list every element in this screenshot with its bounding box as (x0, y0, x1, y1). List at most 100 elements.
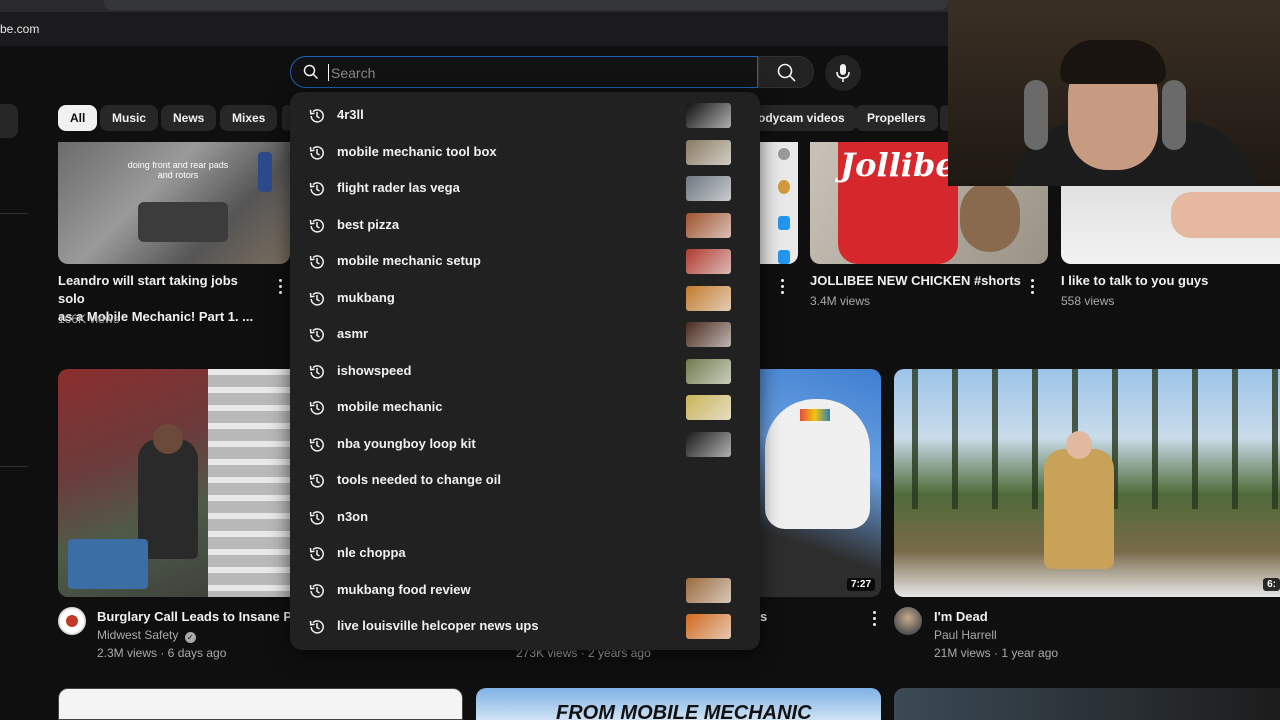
suggestion-text: live louisville helcoper news ups (337, 618, 539, 633)
thumbnail-person-head (1066, 431, 1092, 459)
suggestion-thumbnail (686, 176, 731, 201)
video-title[interactable]: I like to talk to you guys (1061, 272, 1208, 290)
suggestion-thumbnail (686, 285, 731, 311)
search-suggestion-item[interactable]: flight rader las vega (290, 171, 760, 207)
video-thumbnail[interactable] (58, 369, 290, 597)
video-duration: 7:27 (846, 578, 875, 591)
history-icon (309, 109, 324, 123)
suggestion-text: nle choppa (337, 545, 406, 560)
search-suggestion-item[interactable]: ishowspeed (290, 354, 760, 390)
history-icon (309, 474, 324, 488)
more-actions-icon[interactable] (781, 279, 785, 295)
video-thumbnail[interactable] (894, 688, 1280, 720)
suggestion-thumbnail (686, 103, 731, 128)
channel-avatar[interactable] (894, 607, 922, 635)
search-suggestion-item[interactable]: nle choppa (290, 536, 760, 572)
thumbnail-logo: Jollibe (840, 146, 956, 184)
search-icon (303, 64, 319, 80)
channel-avatar[interactable] (58, 607, 86, 635)
search-suggestion-item[interactable]: best pizza (290, 208, 760, 244)
thumbnail-object (778, 148, 790, 160)
history-icon (309, 218, 324, 233)
video-title[interactable]: s (760, 608, 767, 626)
history-icon (309, 547, 324, 561)
suggestion-text: 4r3ll (337, 107, 364, 122)
search-input[interactable] (329, 62, 733, 84)
search-suggestion-item[interactable]: mobile mechanic setup (290, 244, 760, 280)
sidebar-item[interactable] (0, 104, 18, 138)
thumbnail-hand (1171, 192, 1280, 238)
search-suggestion-item[interactable]: tools needed to change oil (290, 463, 760, 499)
chip-mixes[interactable]: Mixes (220, 105, 278, 131)
voice-search-button[interactable] (825, 55, 861, 91)
more-actions-icon[interactable] (279, 279, 283, 295)
video-thumbnail[interactable]: FROM MOBILE MECHANIC (476, 688, 881, 720)
thumbnail-object (778, 216, 790, 230)
sidebar-divider (0, 213, 28, 214)
history-icon (309, 255, 324, 269)
video-thumbnail[interactable]: 7:27 (760, 369, 881, 597)
chip-news[interactable]: News (161, 105, 217, 131)
search-suggestion-item[interactable]: 4r3ll (290, 98, 760, 134)
history-icon (309, 145, 324, 160)
video-title[interactable]: Burglary Call Leads to Insane Plo (97, 608, 290, 626)
search-suggestion-item[interactable]: n3on (290, 500, 760, 536)
video-thumbnail[interactable] (58, 688, 463, 720)
suggestion-thumbnail (686, 358, 731, 384)
video-thumbnail[interactable]: doing front and rear pads and rotors (58, 142, 290, 264)
video-thumbnail[interactable]: 6: (894, 369, 1280, 597)
video-duration: 6: (1263, 578, 1280, 591)
channel-name[interactable]: Midwest Safety ✓ (97, 626, 196, 644)
thumbnail-person (1044, 449, 1114, 569)
headphone-icon (1162, 80, 1186, 150)
video-title[interactable]: I'm Dead (934, 608, 988, 626)
search-suggestion-item[interactable]: nba youngboy loop kit (290, 427, 760, 463)
suggestion-thumbnail (686, 431, 731, 457)
chip-propellers[interactable]: Propellers (855, 105, 938, 131)
channel-name[interactable]: Paul Harrell (934, 626, 997, 644)
search-box[interactable] (290, 56, 758, 88)
more-actions-icon[interactable] (873, 611, 877, 627)
chip-music[interactable]: Music (100, 105, 159, 131)
thumbnail-object (778, 180, 790, 194)
channel-name-text: Midwest Safety (97, 628, 179, 642)
search-suggestion-item[interactable]: live louisville helcoper news ups (290, 609, 760, 645)
video-views: 106K views (58, 312, 120, 326)
search-suggestion-item[interactable]: mukbang (290, 281, 760, 317)
suggestion-text: mukbang (337, 289, 395, 305)
chip-all[interactable]: All (58, 105, 98, 131)
suggestion-text: mukbang food review (337, 581, 471, 597)
search-button[interactable] (758, 56, 814, 88)
video-meta: 2.3M views · 6 days ago (97, 646, 227, 660)
chip-bodycam-videos[interactable]: odycam videos (748, 105, 857, 131)
history-icon (309, 510, 324, 525)
more-actions-icon[interactable] (1031, 279, 1035, 295)
suggestion-text: best pizza (337, 216, 400, 232)
history-icon (309, 182, 324, 196)
video-title[interactable]: JOLLIBEE NEW CHICKEN #shorts (810, 272, 1021, 290)
suggestion-thumbnail (686, 577, 731, 603)
video-thumbnail[interactable] (758, 142, 798, 264)
headphone-icon (1024, 80, 1048, 150)
search-suggestions-dropdown: 4r3ll mobile mechanic tool box flight rade… (290, 92, 760, 650)
microphone-icon (836, 64, 850, 82)
suggestion-thumbnail (686, 212, 731, 238)
address-bar-text[interactable]: be.com (0, 22, 39, 36)
browser-active-tab[interactable] (104, 0, 948, 10)
thumbnail-object (68, 539, 148, 589)
suggestion-text: mobile mechanic tool box (337, 143, 497, 159)
suggestion-text: ishowspeed (337, 362, 412, 378)
thumbnail-railing (208, 369, 290, 597)
search-suggestion-item[interactable]: mobile mechanic tool box (290, 135, 760, 171)
video-meta: 21M views · 1 year ago (934, 646, 1059, 660)
search-suggestion-item[interactable]: asmr (290, 317, 760, 353)
search-suggestion-item[interactable]: mukbang food review (290, 573, 760, 609)
suggestion-text: asmr (337, 326, 369, 341)
search-suggestion-item[interactable]: mobile mechanic (290, 390, 760, 426)
video-views: 558 views (1061, 294, 1115, 308)
history-icon (309, 328, 324, 342)
history-icon (309, 583, 324, 598)
thumbnail-object (258, 152, 272, 192)
sidebar-divider (0, 466, 28, 467)
webcam-person-hair (1060, 40, 1166, 84)
